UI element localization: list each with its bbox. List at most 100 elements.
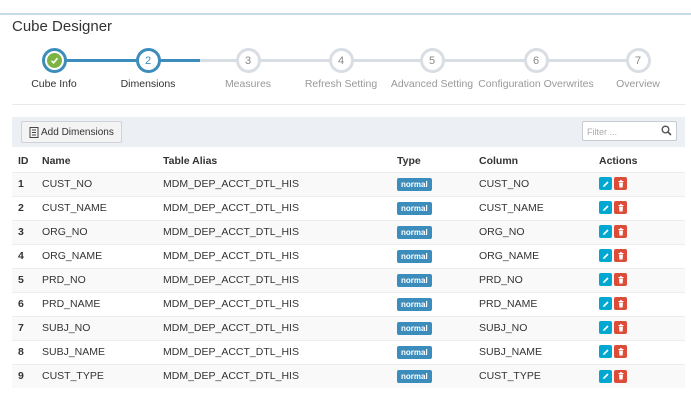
type-badge: normal	[397, 177, 432, 191]
edit-button[interactable]	[599, 201, 612, 215]
delete-button[interactable]	[614, 369, 627, 383]
type-badge: normal	[397, 345, 432, 359]
type-badge: normal	[397, 249, 432, 263]
delete-button[interactable]	[614, 201, 627, 215]
cell-name: SUBJ_NAME	[36, 339, 157, 364]
cell-column: ORG_NAME	[473, 243, 593, 268]
delete-button[interactable]	[614, 273, 627, 287]
cell-id: 2	[12, 195, 36, 220]
wizard-step-circle: 3	[235, 48, 261, 73]
cell-table-alias: MDM_DEP_ACCT_DTL_HIS	[157, 339, 391, 364]
cell-id: 4	[12, 243, 36, 268]
wizard-step-number: 2	[144, 54, 152, 67]
edit-button[interactable]	[599, 321, 612, 335]
wizard-step-7[interactable]: 7 Overview	[578, 48, 691, 90]
cell-actions	[593, 171, 685, 196]
header-type[interactable]: Type	[391, 150, 473, 172]
cell-name: PRD_NO	[36, 267, 157, 292]
edit-icon	[602, 229, 609, 235]
filter-input[interactable]	[583, 123, 657, 141]
type-badge: normal	[397, 369, 432, 383]
header-name[interactable]: Name	[36, 150, 157, 172]
cell-column: CUST_NO	[473, 171, 593, 196]
trash-icon	[618, 179, 623, 188]
table-row: 7 SUBJ_NO MDM_DEP_ACCT_DTL_HIS normal SUBJ_N…	[12, 315, 685, 340]
edit-button[interactable]	[599, 249, 612, 263]
type-badge: normal	[397, 297, 432, 311]
edit-button[interactable]	[599, 345, 612, 359]
cell-column: SUBJ_NO	[473, 315, 593, 340]
cell-table-alias: MDM_DEP_ACCT_DTL_HIS	[157, 195, 391, 220]
delete-button[interactable]	[614, 225, 627, 239]
type-badge: normal	[397, 201, 432, 215]
header-table-alias[interactable]: Table Alias	[157, 150, 391, 172]
wizard-step-number: 5	[428, 54, 436, 67]
edit-button[interactable]	[599, 225, 612, 239]
edit-button[interactable]	[599, 369, 612, 383]
wizard-step-number: 4	[337, 54, 345, 67]
table-header-row: ID Name Table Alias Type Column Actions	[12, 150, 685, 172]
wizard-step-label: Advanced Setting	[390, 78, 474, 90]
wizard-step-number: 7	[634, 54, 642, 67]
edit-button[interactable]	[599, 273, 612, 287]
search-icon[interactable]	[661, 125, 672, 136]
delete-button[interactable]	[614, 321, 627, 335]
cell-column: PRD_NAME	[473, 291, 593, 316]
delete-button[interactable]	[614, 297, 627, 311]
edit-button[interactable]	[599, 177, 612, 191]
trash-icon	[618, 299, 623, 308]
header-column[interactable]: Column	[473, 150, 593, 172]
cell-name: SUBJ_NO	[36, 315, 157, 340]
cell-id: 1	[12, 171, 36, 196]
add-dimensions-label: Add Dimensions	[41, 126, 114, 138]
cell-id: 8	[12, 339, 36, 364]
wizard-step-5[interactable]: 5 Advanced Setting	[372, 48, 492, 90]
cell-type: normal	[391, 219, 473, 244]
header-border	[0, 13, 691, 15]
cell-type: normal	[391, 243, 473, 268]
edit-icon	[602, 301, 609, 307]
cell-name: ORG_NAME	[36, 243, 157, 268]
cell-name: CUST_TYPE	[36, 363, 157, 388]
page-title: Cube Designer	[12, 18, 113, 35]
cell-name: CUST_NO	[36, 171, 157, 196]
delete-button[interactable]	[614, 177, 627, 191]
edit-icon	[602, 253, 609, 259]
cell-actions	[593, 363, 685, 388]
filter-box	[582, 121, 677, 141]
delete-button[interactable]	[614, 249, 627, 263]
cell-id: 9	[12, 363, 36, 388]
cell-column: ORG_NO	[473, 219, 593, 244]
wizard-step-number: 6	[532, 54, 540, 67]
cell-id: 6	[12, 291, 36, 316]
edit-button[interactable]	[599, 297, 612, 311]
cell-table-alias: MDM_DEP_ACCT_DTL_HIS	[157, 171, 391, 196]
edit-icon	[602, 325, 609, 331]
delete-button[interactable]	[614, 345, 627, 359]
toolbar: Add Dimensions	[12, 117, 685, 147]
trash-icon	[618, 323, 623, 332]
cell-id: 5	[12, 267, 36, 292]
check-icon	[46, 53, 62, 68]
type-badge: normal	[397, 321, 432, 335]
cell-actions	[593, 243, 685, 268]
cell-column: CUST_TYPE	[473, 363, 593, 388]
cell-name: PRD_NAME	[36, 291, 157, 316]
table-row: 5 PRD_NO MDM_DEP_ACCT_DTL_HIS normal PRD_NO	[12, 267, 685, 292]
table-row: 8 SUBJ_NAME MDM_DEP_ACCT_DTL_HIS normal SUBJ…	[12, 339, 685, 364]
add-dimensions-button[interactable]: Add Dimensions	[21, 121, 122, 143]
cell-table-alias: MDM_DEP_ACCT_DTL_HIS	[157, 243, 391, 268]
cell-id: 7	[12, 315, 36, 340]
table-row: 6 PRD_NAME MDM_DEP_ACCT_DTL_HIS normal PRD_N…	[12, 291, 685, 316]
cell-type: normal	[391, 291, 473, 316]
cell-name: ORG_NO	[36, 219, 157, 244]
cell-type: normal	[391, 267, 473, 292]
cell-type: normal	[391, 171, 473, 196]
cell-table-alias: MDM_DEP_ACCT_DTL_HIS	[157, 363, 391, 388]
edit-icon	[602, 373, 609, 379]
wizard-steps: 1Cube Info2Dimensions3Measures4Refresh S…	[0, 44, 691, 96]
cell-column: PRD_NO	[473, 267, 593, 292]
cell-actions	[593, 195, 685, 220]
cell-column: CUST_NAME	[473, 195, 593, 220]
header-id[interactable]: ID	[12, 150, 36, 172]
